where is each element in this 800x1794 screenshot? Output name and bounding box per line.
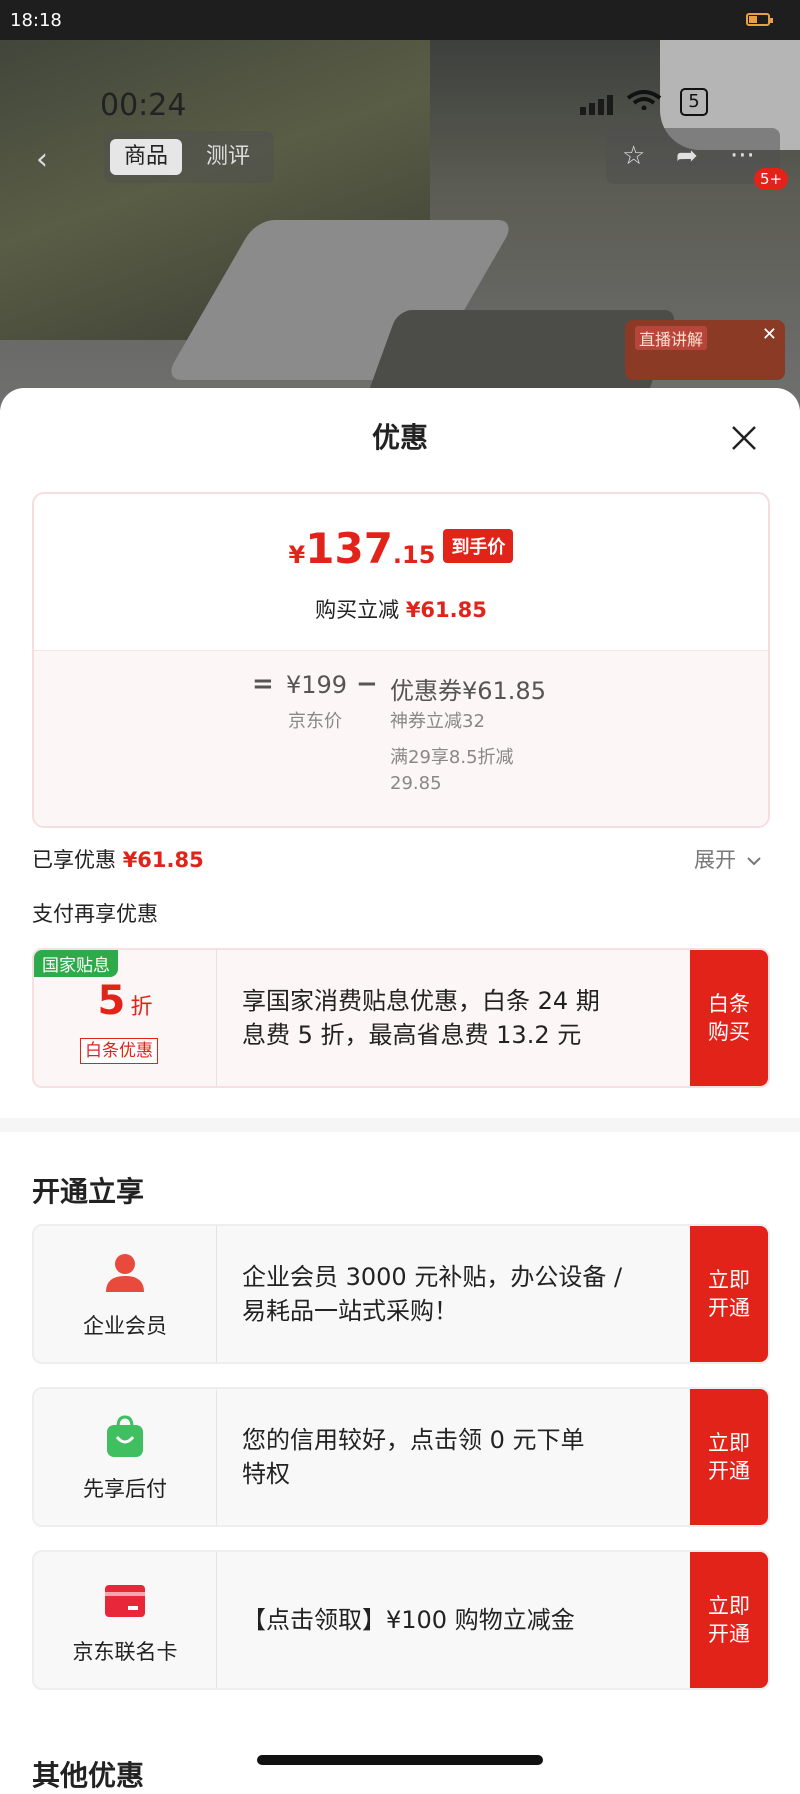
coupon-detail-2a: 满29享8.5折减	[390, 747, 514, 768]
baitiao-tag: 白条优惠	[80, 1038, 158, 1064]
gov-badge: 国家贴息	[34, 950, 118, 977]
open-now-label: 立即开通	[708, 1431, 750, 1483]
section-title-other: 其他优惠	[32, 1759, 145, 1792]
coupon-detail-1: 神券立减32	[390, 711, 485, 732]
discount-number: 5	[97, 978, 126, 1024]
expand-toggle[interactable]: 展开	[694, 844, 761, 874]
wifi-icon	[626, 90, 662, 110]
discount-sheet: 优惠 ¥137.15 到手价 购买立减 ¥61.85 = ¥199 京东价 − 优…	[0, 388, 800, 1792]
gov-desc-line-2: 息费 5 折，最高省息费 13.2 元	[242, 1021, 582, 1049]
baitiao-buy-button[interactable]: 白条购买	[690, 950, 768, 1086]
co-branded-card[interactable]: 京东联名卡 【点击领取】¥100 购物立减金 立即开通	[32, 1550, 770, 1690]
gov-subsidy-description: 享国家消费贴息优惠，白条 24 期 息费 5 折，最高省息费 13.2 元	[242, 950, 642, 1086]
live-label: 直播讲解	[635, 326, 708, 350]
baitiao-buy-label: 白条购买	[708, 992, 750, 1044]
close-icon[interactable]	[730, 424, 758, 452]
coupon-detail-2b: 29.85	[390, 773, 442, 794]
final-price: ¥137.15 到手价	[34, 524, 768, 573]
gov-desc-line-1: 享国家消费贴息优惠，白条 24 期	[242, 987, 600, 1015]
discount-unit: 折	[130, 995, 153, 1020]
card-label: 先享后付	[83, 1477, 167, 1501]
final-price-tag: 到手价	[443, 529, 514, 563]
jd-price-label: 京东价	[288, 711, 342, 732]
card-description: 【点击领取】¥100 购物立减金	[242, 1552, 642, 1688]
enjoyed-value: ¥61.85	[122, 848, 204, 872]
product-tabs: 商品 测评	[104, 131, 274, 183]
price-breakdown: = ¥199 京东价 − 优惠券¥61.85 神券立减32 满29享8.5折减 …	[34, 650, 768, 826]
gov-subsidy-card[interactable]: 国家贴息 5 折 白条优惠 享国家消费贴息优惠，白条 24 期 息费 5 折，最…	[32, 948, 770, 1088]
signal-icon	[580, 95, 616, 115]
enterprise-member-card[interactable]: 企业会员 企业会员 3000 元补贴，办公设备 / 易耗品一站式采购！ 立即开通	[32, 1224, 770, 1364]
video-time: 00:24	[100, 88, 187, 123]
tab-review[interactable]: 测评	[192, 139, 264, 175]
price-integer: 137	[305, 524, 393, 573]
section-divider	[0, 1118, 800, 1132]
battery-icon	[746, 13, 773, 26]
back-arrow-icon[interactable]: ‹	[36, 142, 48, 177]
discount-rate: 5 折	[34, 978, 216, 1024]
currency-symbol: ¥	[288, 541, 306, 569]
coupon-total: 优惠券¥61.85	[390, 677, 546, 705]
home-indicator[interactable]	[257, 1755, 543, 1765]
instant-reduction: 购买立减 ¥61.85	[34, 594, 768, 624]
open-now-button[interactable]: 立即开通	[690, 1389, 768, 1525]
open-now-button[interactable]: 立即开通	[690, 1552, 768, 1688]
battery-badge: 5	[680, 88, 708, 116]
live-stream-window[interactable]: 直播讲解 ✕	[625, 320, 785, 380]
minus-sign: −	[356, 669, 378, 699]
pay-later-card[interactable]: 先享后付 您的信用较好，点击领 0 元下单 特权 立即开通	[32, 1387, 770, 1527]
card-description: 企业会员 3000 元补贴，办公设备 / 易耗品一站式采购！	[242, 1226, 642, 1362]
jd-price: ¥199	[286, 671, 348, 699]
card-description: 您的信用较好，点击领 0 元下单 特权	[242, 1389, 642, 1525]
card-desc-line-1: 您的信用较好，点击领 0 元下单	[242, 1426, 585, 1454]
tab-product[interactable]: 商品	[110, 139, 183, 175]
status-time: 18:18	[10, 10, 62, 31]
star-icon[interactable]: ☆	[622, 142, 645, 170]
open-now-button[interactable]: 立即开通	[690, 1226, 768, 1362]
share-icon[interactable]: ➦	[676, 142, 698, 170]
close-icon[interactable]: ✕	[762, 324, 777, 345]
card-left: 先享后付	[34, 1389, 217, 1525]
pay-section-title: 支付再享优惠	[32, 902, 158, 926]
credit-card-icon	[34, 1578, 216, 1622]
more-icon[interactable]: ···	[730, 142, 755, 170]
status-bar: 18:18	[0, 0, 800, 40]
open-now-label: 立即开通	[708, 1268, 750, 1320]
shopping-bag-icon	[34, 1415, 216, 1459]
card-desc-line-1: 企业会员 3000 元补贴，办公设备 /	[242, 1263, 623, 1291]
price-decimal: .15	[392, 541, 436, 569]
chevron-down-icon	[746, 857, 761, 866]
open-now-label: 立即开通	[708, 1594, 750, 1646]
card-desc-line-2: 易耗品一站式采购！	[242, 1297, 458, 1325]
price-summary: ¥137.15 到手价 购买立减 ¥61.85 = ¥199 京东价 − 优惠券¥…	[32, 492, 770, 828]
equals-sign: =	[252, 669, 274, 699]
enjoyed-discount: 已享优惠 ¥61.85	[32, 844, 204, 874]
card-desc-line-2: 特权	[242, 1460, 290, 1488]
reduction-label: 购买立减	[315, 598, 400, 622]
sheet-title: 优惠	[371, 421, 428, 454]
notification-badge: 5+	[754, 168, 789, 190]
gov-subsidy-left: 国家贴息 5 折 白条优惠	[34, 950, 217, 1086]
card-label: 企业会员	[83, 1314, 167, 1338]
card-left: 京东联名卡	[34, 1552, 217, 1688]
card-left: 企业会员	[34, 1226, 217, 1362]
card-desc-line-1: 【点击领取】¥100 购物立减金	[242, 1606, 575, 1634]
person-icon	[34, 1252, 216, 1296]
card-label: 京东联名卡	[72, 1640, 178, 1664]
expand-label: 展开	[694, 848, 736, 872]
enjoyed-label: 已享优惠	[32, 848, 116, 872]
reduction-value: ¥61.85	[405, 598, 487, 622]
section-title-open: 开通立享	[32, 1175, 145, 1208]
